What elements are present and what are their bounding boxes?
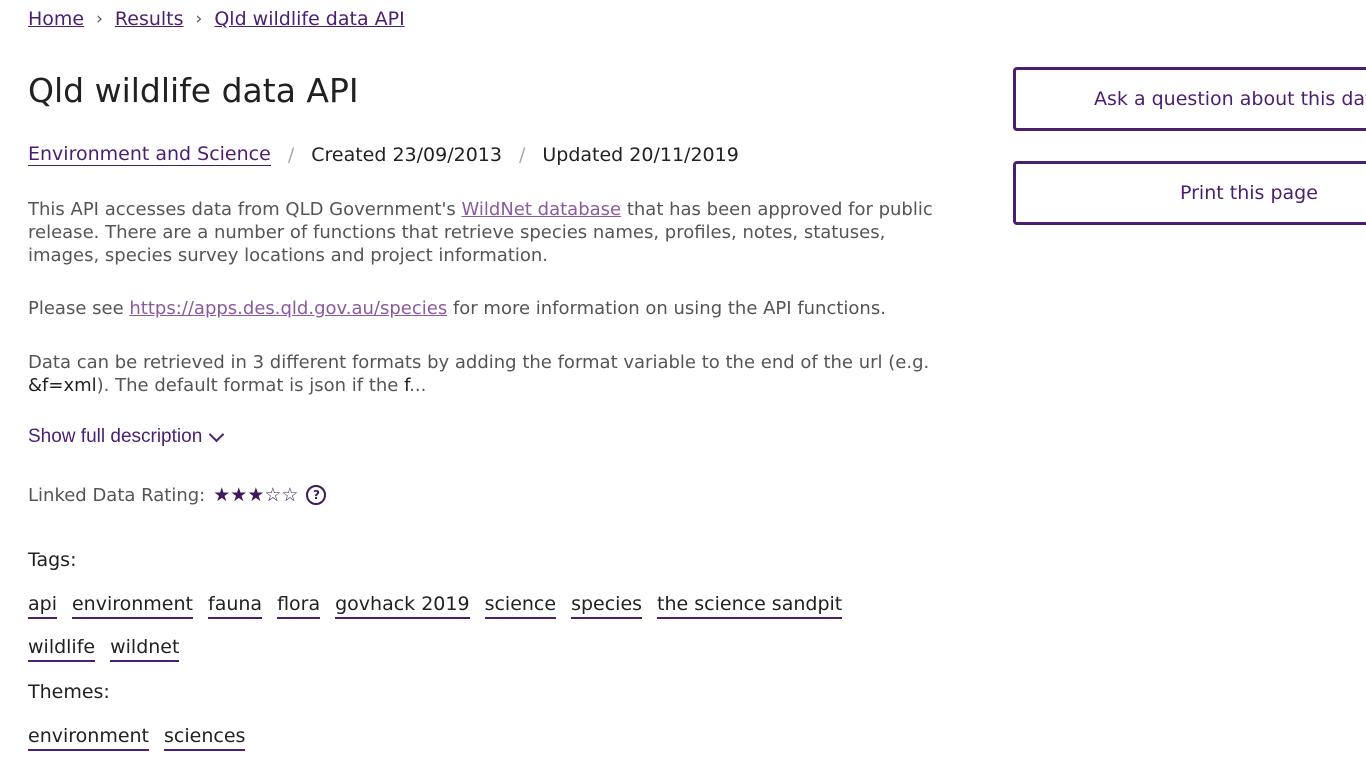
rating-label: Linked Data Rating: [28,484,206,506]
tag-link[interactable]: science [484,592,557,619]
tags-label: Tags: [28,549,77,571]
tag-link[interactable]: api [28,592,57,619]
description-paragraph: This API accesses data from QLD Governme… [28,198,958,267]
updated-date: Updated 20/11/2019 [542,143,739,166]
help-icon[interactable]: ? [306,485,327,505]
theme-link[interactable]: sciences [164,724,246,751]
show-full-description-button[interactable]: Show full description [28,426,225,448]
tag-link[interactable]: environment [71,592,193,619]
linked-data-rating: Linked Data Rating: ★★★☆☆ ? [28,484,327,506]
breadcrumb-home-link[interactable]: Home [28,8,84,30]
description-text: Please see [28,298,130,319]
page-title: Qld wildlife data API [28,71,359,110]
description-text: This API accesses data from QLD Governme… [28,199,462,220]
themes-label: Themes: [28,681,110,703]
created-date: Created 23/09/2013 [311,143,502,166]
chevron-down-icon [208,426,225,442]
breadcrumb-results-link[interactable]: Results [115,8,184,30]
ask-question-button[interactable]: Ask a question about this data [1013,67,1366,131]
breadcrumb: Home › Results › Qld wildlife data API [28,8,405,30]
description-text: Data can be retrieved in 3 different for… [28,352,930,373]
dataset-meta: Environment and Science / Created 23/09/… [28,143,739,166]
description-paragraph: Please see https://apps.des.qld.gov.au/s… [28,297,958,320]
show-full-description-label: Show full description [28,426,203,447]
star-rating-icon: ★★★☆☆ [213,484,299,506]
wildnet-database-link[interactable]: WildNet database [462,199,622,220]
dataset-page: Home › Results › Qld wildlife data API Q… [0,0,1366,768]
breadcrumb-current-link[interactable]: Qld wildlife data API [214,8,404,30]
tag-link[interactable]: flora [277,592,321,619]
chevron-right-icon: › [195,9,203,29]
tags-list: api environment fauna flora govhack 2019 scie… [28,592,928,678]
tag-link[interactable]: govhack 2019 [335,592,470,619]
description-ellipsis: ... [409,375,427,396]
tag-link[interactable]: species [571,592,643,619]
species-info-link[interactable]: https://apps.des.qld.gov.au/species [129,298,447,319]
themes-list: environment sciences [28,724,928,767]
meta-separator: / [518,143,526,166]
description-paragraph: Data can be retrieved in 3 different for… [28,351,958,397]
organisation-link[interactable]: Environment and Science [28,143,271,166]
tag-link[interactable]: wildnet [110,635,180,662]
chevron-right-icon: › [96,9,103,29]
description-text: for more information on using the API fu… [447,298,886,319]
meta-separator: / [287,143,295,166]
tag-link[interactable]: fauna [208,592,263,619]
print-page-button[interactable]: Print this page [1013,161,1366,225]
ask-question-label: Ask a question about this data [1094,88,1366,110]
tag-link[interactable]: the science sandpit [657,592,843,619]
tag-link[interactable]: wildlife [28,635,96,662]
format-code: &f=xml [28,375,97,396]
theme-link[interactable]: environment [28,724,150,751]
description-text: ). The default format is json if the [96,375,405,396]
print-page-label: Print this page [1180,182,1318,204]
